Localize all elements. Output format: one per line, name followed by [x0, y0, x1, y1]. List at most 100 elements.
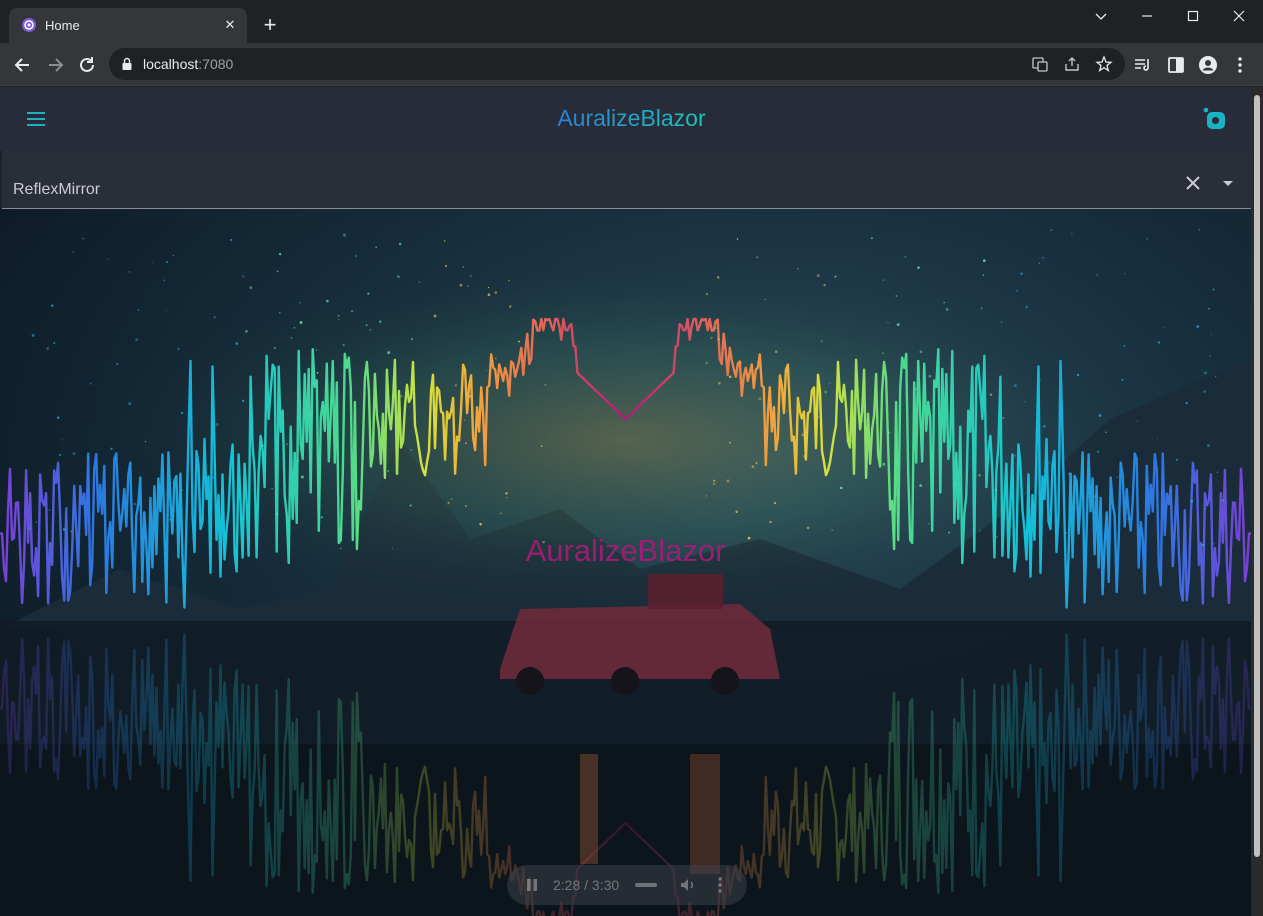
side-panel-icon[interactable]: [1166, 55, 1186, 75]
particle: [261, 444, 264, 447]
volume-icon[interactable]: [679, 876, 697, 894]
profile-avatar-icon[interactable]: [1198, 55, 1218, 75]
particle: [165, 260, 168, 264]
scrollbar-thumb[interactable]: [1254, 95, 1260, 857]
particle: [887, 431, 891, 434]
particle: [1041, 256, 1045, 259]
particle: [86, 456, 90, 459]
particle: [978, 474, 981, 477]
particle: [1204, 508, 1206, 510]
particle: [1203, 390, 1206, 393]
close-icon[interactable]: [1183, 173, 1203, 193]
page-scrollbar[interactable]: [1251, 87, 1263, 916]
particle: [831, 529, 833, 531]
minimize-icon[interactable]: [1124, 4, 1170, 28]
github-icon[interactable]: [1202, 106, 1228, 132]
maximize-icon[interactable]: [1170, 4, 1216, 28]
address-bar[interactable]: localhost:7080: [109, 48, 1125, 80]
particle: [444, 264, 448, 267]
close-window-icon[interactable]: [1216, 4, 1262, 28]
particle: [917, 266, 920, 269]
reload-icon[interactable]: [74, 52, 100, 78]
player-more-icon[interactable]: [713, 876, 727, 894]
particle: [1123, 344, 1126, 347]
bookmark-star-icon[interactable]: [1095, 55, 1113, 73]
particle: [870, 237, 873, 240]
particle: [235, 342, 238, 345]
particle: [820, 340, 823, 342]
audio-player[interactable]: 2:28 / 3:30: [507, 865, 747, 905]
lock-icon[interactable]: [121, 57, 133, 71]
particle: [919, 484, 922, 487]
particle: [1016, 289, 1019, 292]
browser-toolbar: localhost:7080: [0, 43, 1263, 86]
tab-home[interactable]: Home ✕: [9, 8, 247, 43]
media-controls-icon[interactable]: [1133, 55, 1153, 75]
particle: [116, 362, 119, 366]
particle: [72, 251, 75, 253]
particle: [315, 349, 318, 351]
caret-down-icon[interactable]: [1218, 173, 1238, 193]
more-options-icon[interactable]: [1230, 55, 1250, 75]
particle: [786, 410, 788, 412]
particle: [1221, 499, 1225, 502]
particle: [450, 498, 453, 500]
forward-icon[interactable]: [42, 52, 68, 78]
particle: [379, 320, 382, 323]
particle: [828, 382, 831, 384]
particle: [293, 326, 296, 329]
particle: [816, 415, 819, 418]
particle: [244, 329, 248, 333]
particle: [774, 350, 778, 354]
particle: [803, 454, 807, 458]
particle: [735, 510, 738, 514]
pause-icon[interactable]: [525, 878, 539, 892]
particle: [1068, 472, 1071, 475]
particle: [1209, 355, 1211, 357]
visualizer-select[interactable]: ReflexMirror: [2, 151, 1251, 209]
particle: [82, 237, 84, 240]
particle: [1096, 523, 1099, 526]
particle: [518, 340, 520, 343]
particle: [135, 338, 139, 342]
particle: [62, 528, 66, 531]
particle: [714, 326, 717, 330]
particle: [242, 399, 245, 402]
particle: [773, 502, 777, 505]
particle: [896, 323, 900, 327]
particle: [954, 482, 957, 485]
share-icon[interactable]: [1063, 55, 1081, 73]
translate-icon[interactable]: [1031, 55, 1049, 73]
tab-search-icon[interactable]: [1078, 4, 1124, 28]
particle: [864, 473, 868, 476]
particle: [387, 469, 390, 472]
particle: [169, 518, 172, 521]
particle: [133, 502, 137, 506]
particle: [462, 266, 465, 268]
back-icon[interactable]: [10, 52, 36, 78]
particle: [713, 479, 716, 482]
particle: [1029, 496, 1031, 498]
particle: [110, 447, 113, 450]
particle: [505, 492, 508, 495]
new-tab-button[interactable]: +: [259, 14, 281, 36]
particle: [861, 419, 864, 422]
particle: [369, 329, 371, 331]
particle: [1013, 454, 1017, 457]
particle: [286, 443, 288, 446]
player-progress[interactable]: [635, 883, 657, 887]
particle: [496, 386, 498, 388]
tab-close-icon[interactable]: ✕: [221, 16, 239, 34]
particle: [454, 384, 457, 387]
particle: [1000, 321, 1003, 324]
visualizer-stage: AuralizeBlazor 2:28 / 3:30: [0, 209, 1251, 916]
particle: [469, 275, 472, 277]
particle: [300, 475, 304, 479]
particle: [1024, 401, 1026, 403]
particle: [914, 388, 917, 391]
particle: [411, 338, 414, 340]
particle: [190, 454, 192, 456]
particle: [444, 240, 446, 242]
particle: [53, 342, 56, 345]
particle: [1124, 272, 1126, 275]
